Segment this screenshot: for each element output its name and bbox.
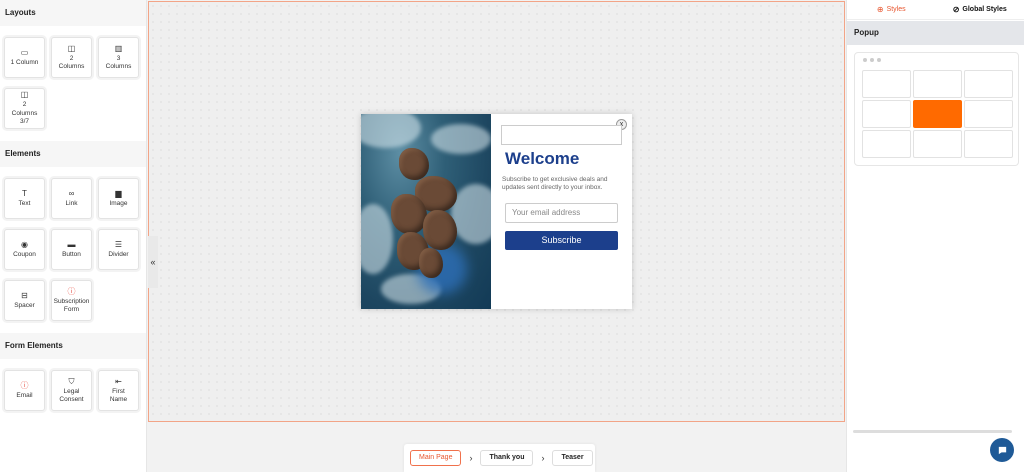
step-thank-you[interactable]: Thank you	[480, 450, 534, 466]
element-tile-divider[interactable]: ☰ Divider	[98, 229, 139, 270]
column-2-icon: ◫	[67, 43, 76, 53]
layout-tile-label: 3 Columns	[105, 54, 132, 71]
popup-empty-text-block[interactable]	[501, 125, 622, 145]
popup-description[interactable]: Subscribe to get exclusive deals and upd…	[502, 176, 627, 191]
position-cell[interactable]	[964, 130, 1013, 158]
position-cell[interactable]	[964, 100, 1013, 128]
popup-position-picker	[854, 52, 1019, 166]
element-tile-label: Subscription Form	[53, 297, 90, 314]
position-cell[interactable]	[862, 100, 911, 128]
popup-image[interactable]	[361, 114, 491, 309]
button-icon: ▬	[67, 239, 76, 249]
position-grid	[862, 70, 1013, 158]
chevron-right-icon: ›	[469, 453, 473, 463]
popup-email-input[interactable]: Your email address	[505, 203, 618, 223]
chat-support-button[interactable]	[990, 438, 1014, 462]
legal-consent-icon: ⛉	[68, 376, 75, 386]
element-tile-coupon[interactable]: ◉ Coupon	[4, 229, 45, 270]
chevron-right-icon: ›	[541, 453, 545, 463]
element-tile-link[interactable]: ∞ Link	[51, 178, 92, 219]
form-element-tile-label: Email	[16, 391, 33, 399]
tab-global-styles[interactable]: ⊘ Global Styles	[936, 5, 1024, 14]
spacer-icon: ⊟	[21, 290, 28, 300]
popup-section-title: Popup	[847, 21, 1024, 45]
subscription-form-icon: ⓘ	[67, 286, 76, 296]
popup-preview[interactable]: x Welcome Subscribe to get exclusive dea…	[361, 114, 632, 309]
style-panel: ⊕ Styles ⊘ Global Styles Popup	[846, 0, 1024, 472]
form-elements-list: ⓘ Email ⛉ Legal Consent ⇤ First Name	[0, 359, 146, 423]
text-icon: T	[22, 188, 27, 198]
element-tile-label: Image	[109, 199, 128, 207]
chat-icon	[998, 446, 1006, 454]
double-chevron-left-icon: «	[150, 257, 156, 267]
column-3-icon: ▥	[114, 43, 123, 53]
step-teaser[interactable]: Teaser	[552, 450, 593, 466]
form-element-tile-label: First Name	[109, 387, 128, 404]
element-sidebar: Layouts ▭ 1 Column ◫ 2 Columns ▥ 3 Columns ◫ 2 …	[0, 0, 147, 472]
form-element-tile-first-name[interactable]: ⇤ First Name	[98, 370, 139, 411]
palette-icon: ⊕	[876, 5, 884, 14]
form-elements-section-title: Form Elements	[0, 333, 146, 359]
layout-tile-2-columns-3-7[interactable]: ◫ 2 Columns 3/7	[4, 88, 45, 129]
layout-tile-2-columns[interactable]: ◫ 2 Columns	[51, 37, 92, 78]
email-icon: ⓘ	[20, 380, 29, 390]
step-main-page[interactable]: Main Page	[410, 450, 462, 466]
position-cell[interactable]	[862, 70, 911, 98]
elements-list: T Text ∞ Link ▆ Image ◉ Coupon ▬ Button ☰ Divider ⊟ S…	[0, 167, 146, 333]
layouts-section-title: Layouts	[0, 0, 146, 26]
element-tile-label: Coupon	[13, 250, 36, 258]
column-2-37-icon: ◫	[20, 90, 29, 100]
element-tile-text[interactable]: T Text	[4, 178, 45, 219]
element-tile-label: Link	[65, 199, 78, 207]
elements-section-title: Elements	[0, 141, 146, 167]
layout-tile-3-columns[interactable]: ▥ 3 Columns	[98, 37, 139, 78]
layout-tile-1-column[interactable]: ▭ 1 Column	[4, 37, 45, 78]
tab-global-styles-label: Global Styles	[962, 6, 1007, 13]
divider-icon: ☰	[114, 239, 123, 249]
element-tile-image[interactable]: ▆ Image	[98, 178, 139, 219]
form-element-tile-email[interactable]: ⓘ Email	[4, 370, 45, 411]
layouts-list: ▭ 1 Column ◫ 2 Columns ▥ 3 Columns ◫ 2 Columns …	[0, 26, 146, 141]
layout-tile-label: 1 Column	[10, 58, 39, 66]
page-step-nav: Main Page › Thank you › Teaser	[404, 444, 595, 472]
window-dots-icon	[863, 58, 881, 62]
position-cell[interactable]	[862, 130, 911, 158]
layout-tile-label: 2 Columns 3/7	[11, 101, 38, 126]
column-1-icon: ▭	[20, 47, 29, 57]
element-tile-label: Button	[62, 250, 81, 258]
element-tile-label: Divider	[108, 250, 129, 258]
first-name-icon: ⇤	[115, 376, 122, 386]
element-tile-spacer[interactable]: ⊟ Spacer	[4, 280, 45, 321]
element-tile-button[interactable]: ▬ Button	[51, 229, 92, 270]
layout-tile-label: 2 Columns	[58, 54, 85, 71]
collapse-sidebar-button[interactable]: «	[148, 236, 158, 288]
popup-subscribe-button[interactable]: Subscribe	[505, 231, 618, 250]
position-cell[interactable]	[964, 70, 1013, 98]
element-tile-label: Text	[18, 199, 31, 207]
popup-title[interactable]: Welcome	[505, 149, 579, 169]
coupon-icon: ◉	[21, 239, 28, 249]
form-element-tile-legal-consent[interactable]: ⛉ Legal Consent	[51, 370, 92, 411]
link-icon: ∞	[68, 188, 75, 198]
position-cell[interactable]	[913, 130, 962, 158]
position-cell[interactable]	[913, 70, 962, 98]
image-icon: ▆	[115, 188, 122, 198]
panel-scrollbar[interactable]	[853, 430, 1012, 433]
popup-content: x Welcome Subscribe to get exclusive dea…	[491, 114, 632, 309]
element-tile-label: Spacer	[14, 301, 35, 309]
element-tile-subscription-form[interactable]: ⓘ Subscription Form	[51, 280, 92, 321]
paint-bucket-icon: ⊘	[952, 5, 960, 14]
position-cell[interactable]	[913, 100, 962, 128]
form-element-tile-label: Legal Consent	[59, 387, 84, 404]
style-tabs: ⊕ Styles ⊘ Global Styles	[847, 0, 1024, 20]
tab-styles[interactable]: ⊕ Styles	[847, 5, 936, 14]
tab-styles-label: Styles	[886, 6, 906, 13]
